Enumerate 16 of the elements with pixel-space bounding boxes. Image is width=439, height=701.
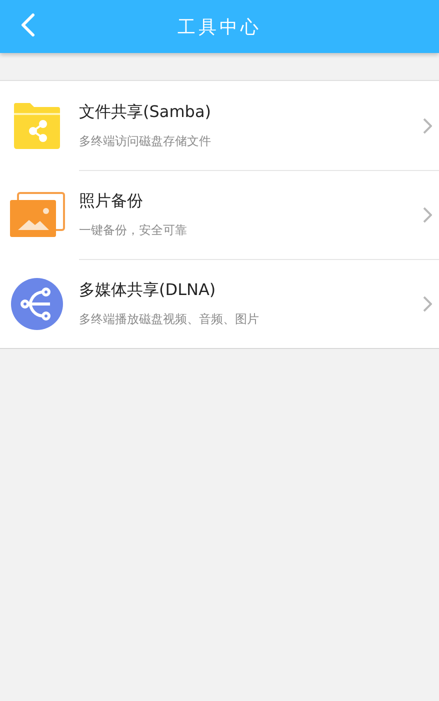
tool-description: 多终端访问磁盘存储文件: [79, 132, 211, 150]
tool-description: 一键备份，安全可靠: [79, 222, 187, 238]
tool-title: 多媒体共享(DLNA): [79, 280, 216, 300]
tool-description: 多终端播放磁盘视频、音频、图片: [79, 310, 259, 328]
chevron-right-icon: [423, 118, 432, 134]
back-icon[interactable]: [20, 13, 36, 37]
tool-title: 文件共享(Samba): [79, 102, 211, 122]
chevron-right-icon: [423, 206, 432, 222]
picture-stack-icon: [9, 192, 65, 238]
tool-title: 照片备份: [79, 190, 143, 212]
tool-item[interactable]: 文件共享(Samba) 多终端访问磁盘存储文件: [0, 81, 439, 170]
chevron-right-icon: [423, 296, 432, 312]
connection-circle-icon: [9, 276, 65, 330]
tool-item[interactable]: 照片备份 一键备份，安全可靠: [0, 170, 439, 259]
tool-item[interactable]: 多媒体共享(DLNA) 多终端播放磁盘视频、音频、图片: [0, 259, 439, 348]
page-title: 工具中心: [178, 16, 262, 38]
